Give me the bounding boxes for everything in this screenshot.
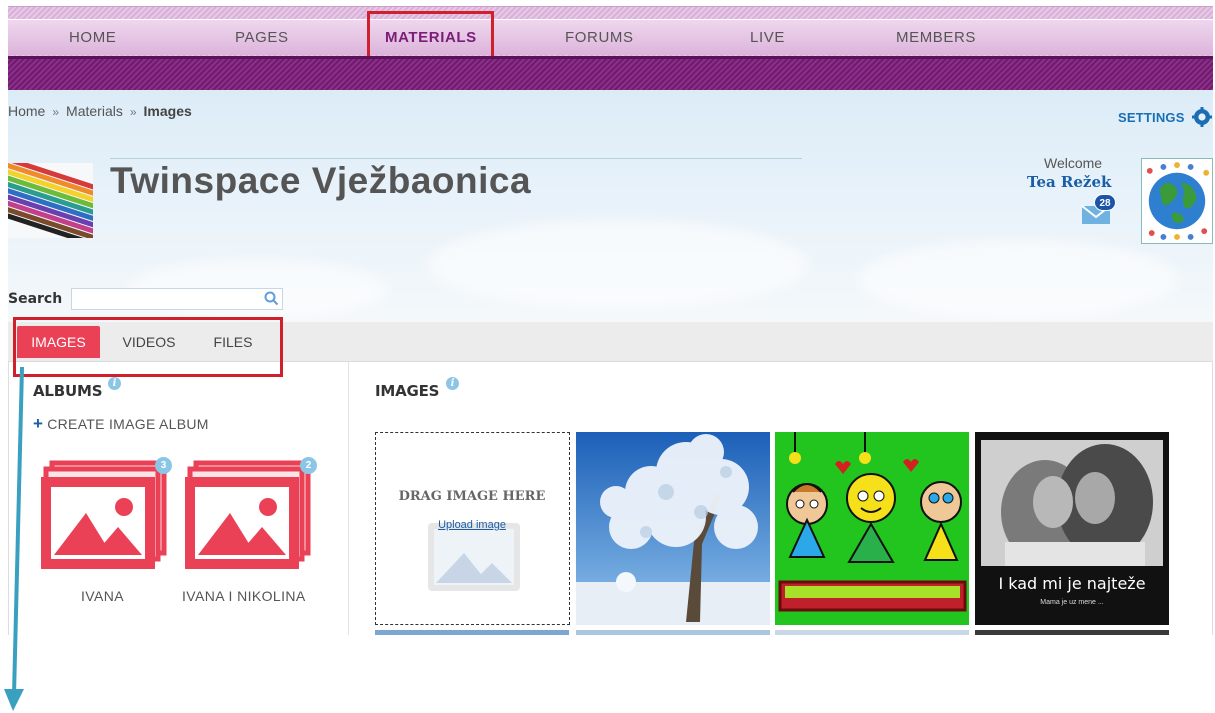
sidebar-divider (348, 362, 349, 635)
user-name-link[interactable]: Tea Režek (1027, 173, 1111, 191)
create-album-label: CREATE IMAGE ALBUM (47, 416, 209, 432)
image-thumbnail-partial[interactable] (576, 630, 770, 635)
images-title: IMAGES (375, 382, 440, 400)
nav-item-members[interactable]: MEMBERS (896, 20, 976, 56)
breadcrumb: Home » Materials » Images (8, 103, 192, 119)
message-count-badge: 28 (1094, 194, 1116, 211)
nav-item-forums[interactable]: FORUMS (565, 20, 634, 56)
nav-item-live[interactable]: LIVE (750, 20, 785, 56)
welcome-text: Welcome (1044, 155, 1103, 171)
image-thumbnail-cartoon-kids[interactable] (775, 432, 969, 625)
settings-link[interactable]: SETTINGS (1118, 110, 1185, 125)
album-count-badge: 2 (300, 457, 317, 474)
create-image-album-button[interactable]: + CREATE IMAGE ALBUM (33, 414, 209, 434)
albums-title: ALBUMS (33, 382, 103, 400)
search-input[interactable] (71, 288, 283, 310)
image-thumbnail-partial[interactable] (975, 630, 1169, 635)
album-count-badge: 3 (155, 457, 172, 474)
nav-decorative-band (8, 56, 1213, 90)
nav-item-home[interactable]: HOME (69, 20, 116, 56)
image-placeholder-icon (428, 523, 520, 591)
main-nav: HOME PAGES MATERIALS FORUMS LIVE MEMBERS (8, 6, 1213, 56)
pencils-logo (8, 163, 93, 238)
breadcrumb-current: Images (143, 103, 192, 119)
breadcrumb-home[interactable]: Home (8, 103, 45, 119)
album-label: IVANA (81, 588, 124, 604)
image-thumbnail-partial[interactable] (775, 630, 969, 635)
album-image-icon (185, 460, 311, 569)
drag-image-text: DRAG IMAGE HERE (398, 489, 546, 504)
image-thumbnail-snowy-tree[interactable] (576, 432, 770, 625)
breadcrumb-separator: » (52, 105, 60, 119)
breadcrumb-materials[interactable]: Materials (66, 103, 123, 119)
avatar[interactable] (1141, 158, 1213, 244)
thumbnail-subcaption: Mama je uz mene ... (1040, 599, 1104, 606)
annotation-arrow (4, 366, 24, 711)
upload-image-link[interactable]: Upload image (376, 519, 568, 531)
album-image-icon (41, 460, 167, 569)
search-label: Search (8, 291, 63, 307)
page-title: Twinspace Vježbaonica (110, 160, 532, 201)
image-dropzone[interactable]: DRAG IMAGE HERE Upload image (375, 432, 570, 625)
thumbnail-caption: I kad mi je najteže (998, 574, 1146, 593)
search-icon[interactable] (264, 291, 279, 306)
images-info-icon[interactable]: i (446, 377, 459, 390)
album-label: IVANA I NIKOLINA (182, 588, 306, 604)
albums-info-icon[interactable]: i (108, 377, 121, 390)
image-thumbnail-partial[interactable] (375, 630, 569, 635)
nav-item-pages[interactable]: PAGES (235, 20, 289, 56)
materials-highlight-box (367, 11, 494, 59)
title-divider (110, 158, 802, 159)
tabs-highlight-box (13, 317, 283, 377)
breadcrumb-separator: » (129, 105, 137, 119)
image-thumbnail-mother-daughter[interactable] (975, 432, 1169, 625)
main-nav-bar: HOME PAGES MATERIALS FORUMS LIVE MEMBERS (8, 19, 1213, 55)
gear-icon[interactable] (1192, 107, 1212, 127)
